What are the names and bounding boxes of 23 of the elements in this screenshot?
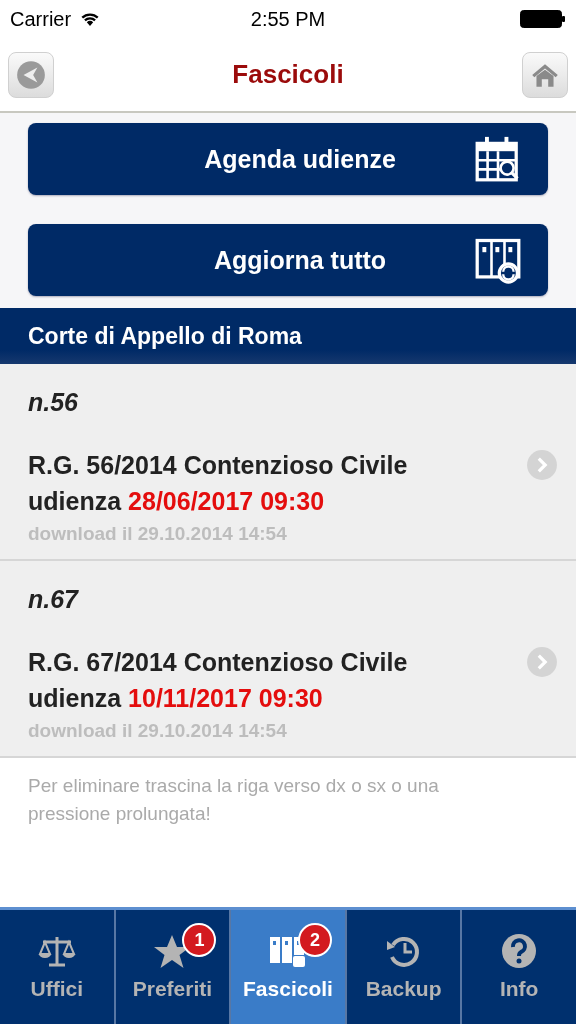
action-button[interactable]: Aggiorna tutto [28,224,548,296]
page-title: Fascicoli [232,59,344,90]
chevron-icon [526,449,558,481]
case-title: R.G. 67/2014 Contenzioso Civile [28,647,409,678]
case-number: n.67 [28,585,80,614]
hearing-date: 28/06/2017 09:30 [128,486,325,517]
tab[interactable]: 2 Fascicoli [231,910,347,1024]
hearing-date: 10/11/2017 09:30 [128,683,323,714]
home-button[interactable] [522,51,568,98]
chevron-icon [526,646,558,678]
case-number: n.56 [28,388,80,417]
hearing-label: udienza [28,486,122,517]
clock-time: 2:55 PM [250,7,326,31]
action-button[interactable]: Agenda udienze [28,123,548,195]
back-button[interactable] [8,51,54,98]
case-title: R.G. 56/2014 Contenzioso Civile [28,450,409,481]
battery-icon [520,10,566,28]
section-header: Corte di Appello di Roma [0,308,576,364]
carrier-name: Carrier [10,7,72,31]
hearing-label: udienza [28,683,122,714]
count-badge: 2 [298,923,332,957]
hint-text: Per eliminare trascina la riga verso dx o sx o una pressione prolungata! [27,774,440,826]
count-badge: 1 [182,923,217,957]
